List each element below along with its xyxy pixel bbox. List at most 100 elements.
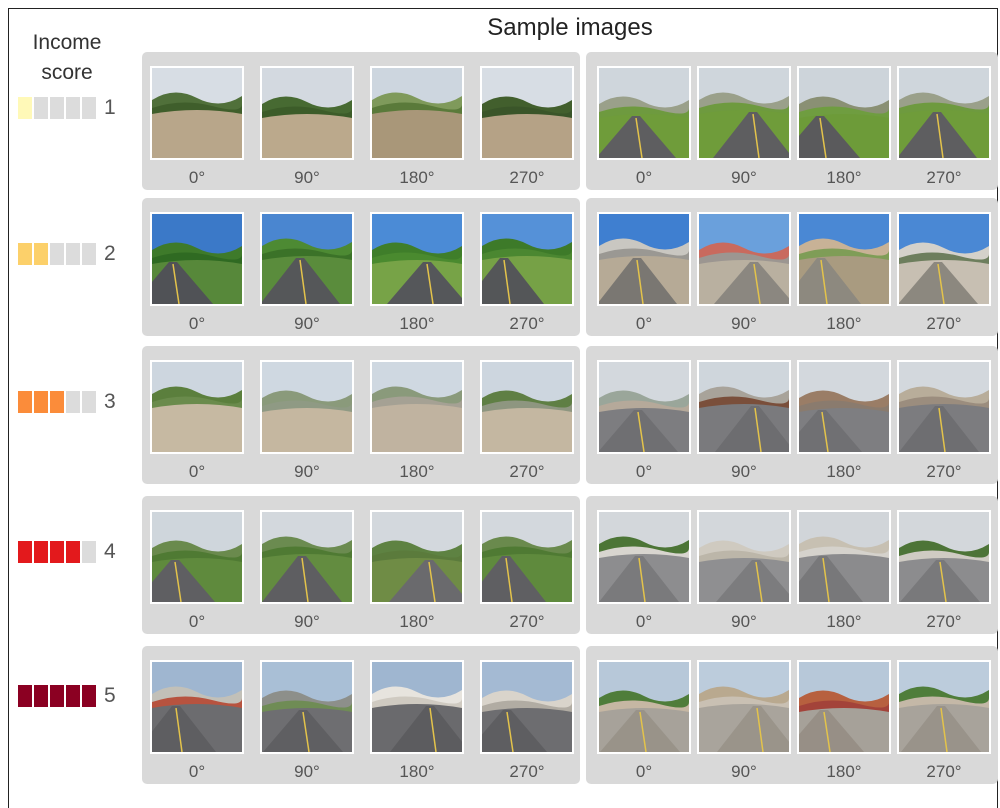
heading-angle-label: 90° (294, 314, 320, 333)
street-view-image (697, 360, 791, 454)
score-segment (18, 685, 32, 707)
street-view-image (597, 212, 691, 306)
street-view-image (150, 212, 244, 306)
heading-angle-label: 270° (926, 612, 962, 631)
street-view-image (480, 66, 574, 160)
heading-angle-label: 270° (926, 462, 962, 481)
street-view-image (597, 660, 691, 754)
score-segment (50, 97, 64, 119)
street-view-image (260, 660, 354, 754)
street-view-image (597, 360, 691, 454)
heading-angle-label: 180° (826, 314, 862, 333)
heading-angle-label: 0° (188, 762, 206, 781)
street-view-image (897, 360, 991, 454)
street-view-image (697, 212, 791, 306)
street-view-image (370, 510, 464, 604)
legend-title-line2: score (41, 61, 93, 84)
heading-angle-label: 0° (188, 612, 206, 631)
sample-images-title: Sample images (487, 14, 653, 41)
score-number: 1 (104, 96, 116, 119)
heading-angle-label: 90° (731, 612, 757, 631)
street-view-image (897, 660, 991, 754)
street-view-image (150, 660, 244, 754)
heading-angle-label: 0° (635, 762, 653, 781)
street-view-image (797, 510, 891, 604)
score-segment (50, 541, 64, 563)
heading-angle-label: 270° (509, 612, 545, 631)
heading-angle-label: 0° (635, 612, 653, 631)
heading-angle-label: 270° (509, 314, 545, 333)
heading-angle-label: 90° (731, 314, 757, 333)
street-view-image (370, 360, 464, 454)
heading-angle-label: 270° (926, 762, 962, 781)
street-view-image (697, 66, 791, 160)
street-view-image (897, 212, 991, 306)
score-segment (18, 243, 32, 265)
score-segment (18, 541, 32, 563)
street-view-image (597, 66, 691, 160)
heading-angle-label: 90° (294, 762, 320, 781)
score-segment (18, 391, 32, 413)
street-view-image (797, 360, 891, 454)
street-view-image (697, 660, 791, 754)
heading-angle-label: 0° (635, 314, 653, 333)
heading-angle-label: 180° (399, 462, 435, 481)
score-segment (34, 243, 48, 265)
street-view-image (480, 360, 574, 454)
score-segment (18, 97, 32, 119)
heading-angle-label: 90° (294, 612, 320, 631)
score-segment (82, 685, 96, 707)
income-score-1: 1 (18, 97, 116, 119)
score-segment (66, 391, 80, 413)
street-view-image (150, 360, 244, 454)
street-view-image (150, 510, 244, 604)
heading-angle-label: 0° (635, 168, 653, 187)
heading-angle-label: 180° (399, 762, 435, 781)
score-segment (50, 391, 64, 413)
score-number: 4 (104, 540, 116, 563)
street-view-image (797, 660, 891, 754)
heading-angle-label: 90° (294, 462, 320, 481)
legend-title: Income score (12, 28, 122, 88)
score-segment (34, 685, 48, 707)
street-view-image (370, 66, 464, 160)
score-segment (66, 97, 80, 119)
street-view-image (370, 660, 464, 754)
score-segment (50, 243, 64, 265)
heading-angle-label: 270° (926, 168, 962, 187)
street-view-image (797, 66, 891, 160)
heading-angle-label: 90° (294, 168, 320, 187)
score-segment (34, 391, 48, 413)
heading-angle-label: 270° (926, 314, 962, 333)
heading-angle-label: 180° (826, 762, 862, 781)
income-score-2: 2 (18, 243, 116, 265)
heading-angle-label: 180° (399, 314, 435, 333)
street-view-image (370, 212, 464, 306)
heading-angle-label: 0° (635, 462, 653, 481)
score-segment (82, 541, 96, 563)
street-view-image (260, 66, 354, 160)
street-view-image (260, 360, 354, 454)
heading-angle-label: 180° (826, 168, 862, 187)
street-view-image (480, 212, 574, 306)
score-segment (34, 97, 48, 119)
heading-angle-label: 90° (731, 168, 757, 187)
score-segment (82, 97, 96, 119)
street-view-image (597, 510, 691, 604)
heading-angle-label: 270° (509, 762, 545, 781)
score-segment (82, 243, 96, 265)
score-segment (66, 685, 80, 707)
score-number: 2 (104, 242, 116, 265)
score-segment (50, 685, 64, 707)
street-view-image (897, 510, 991, 604)
score-number: 5 (104, 684, 116, 707)
heading-angle-label: 90° (731, 462, 757, 481)
street-view-image (797, 212, 891, 306)
heading-angle-label: 180° (826, 462, 862, 481)
income-score-4: 4 (18, 541, 116, 563)
heading-angle-label: 0° (188, 462, 206, 481)
score-segment (34, 541, 48, 563)
street-view-image (260, 212, 354, 306)
street-view-image (897, 66, 991, 160)
street-view-image (480, 510, 574, 604)
